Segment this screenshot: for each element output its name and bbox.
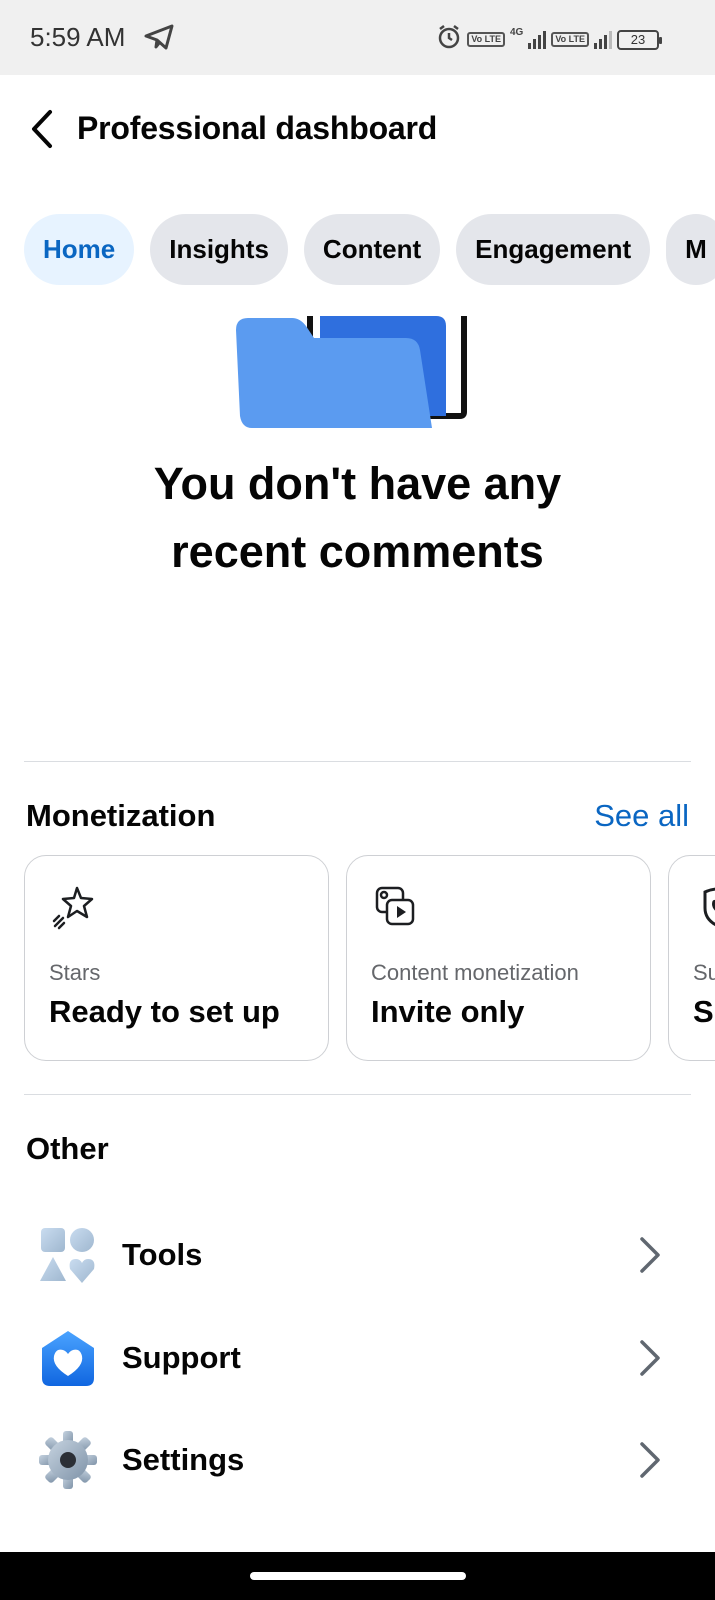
list-item-settings[interactable]: Settings (0, 1410, 715, 1510)
card-value: Ready to set up (49, 994, 280, 1029)
card-label: Stars (49, 960, 101, 985)
see-all-link[interactable]: See all (594, 798, 689, 834)
tab-insights[interactable]: Insights (150, 214, 288, 285)
home-indicator[interactable] (250, 1572, 466, 1580)
folder-illustration (236, 316, 480, 428)
monetization-cards: Stars Ready to set up Content monetizati… (24, 855, 715, 1062)
tab-content[interactable]: Content (303, 214, 441, 285)
subscriptions-icon (695, 884, 715, 930)
battery-icon: 23 (617, 29, 662, 50)
chevron-right-icon (636, 1440, 664, 1480)
card-label: Content monetization (371, 960, 579, 985)
chevron-right-icon (636, 1338, 664, 1378)
signal-icon-2 (594, 30, 612, 49)
divider (24, 1094, 691, 1095)
tools-icon (38, 1225, 98, 1285)
content-monetization-icon (373, 884, 419, 930)
alarm-icon (436, 24, 462, 55)
card-value: S (693, 994, 714, 1029)
back-arrow-icon[interactable] (20, 105, 62, 153)
empty-state-message: You don't have any recent comments (0, 450, 715, 586)
page-title: Professional dashboard (77, 110, 438, 146)
divider (24, 761, 691, 762)
item-label: Tools (122, 1237, 203, 1272)
tab-engagement[interactable]: Engagement (456, 214, 651, 285)
card-stars[interactable]: Stars Ready to set up (24, 855, 329, 1061)
card-value: Invite only (371, 994, 525, 1029)
card-label: Su (693, 960, 715, 985)
settings-icon (38, 1430, 98, 1490)
chevron-right-icon (636, 1235, 664, 1275)
status-time: 5:59 AM (30, 22, 126, 52)
card-subscriptions[interactable]: Su S (668, 855, 715, 1061)
telegram-icon (144, 24, 174, 55)
volte-badge-2: Vo LTE (551, 32, 589, 47)
empty-state-line-2: recent comments (171, 526, 544, 577)
status-icons: Vo LTE 4G Vo LTE 23 (436, 24, 662, 55)
list-item-tools[interactable]: Tools (0, 1205, 715, 1305)
header: Professional dashboard (0, 75, 715, 185)
tab-home[interactable]: Home (24, 214, 135, 285)
stars-icon (51, 884, 97, 930)
volte-badge: Vo LTE (467, 32, 505, 47)
item-label: Support (122, 1340, 241, 1375)
card-content-monetization[interactable]: Content monetization Invite only (346, 855, 651, 1061)
support-icon (38, 1328, 98, 1388)
network-type: 4G (509, 27, 524, 38)
system-nav-bar (0, 1552, 715, 1600)
monetization-title: Monetization (26, 798, 216, 833)
tab-bar: Home Insights Content Engagement M (24, 214, 715, 286)
signal-icon (528, 30, 547, 49)
status-bar: 5:59 AM Vo LTE 4G Vo LTE 23 (0, 0, 715, 75)
other-title: Other (26, 1131, 109, 1166)
tab-more[interactable]: M (666, 214, 715, 285)
item-label: Settings (122, 1442, 245, 1477)
list-item-support[interactable]: Support (0, 1308, 715, 1408)
empty-state-line-1: You don't have any (153, 458, 562, 509)
